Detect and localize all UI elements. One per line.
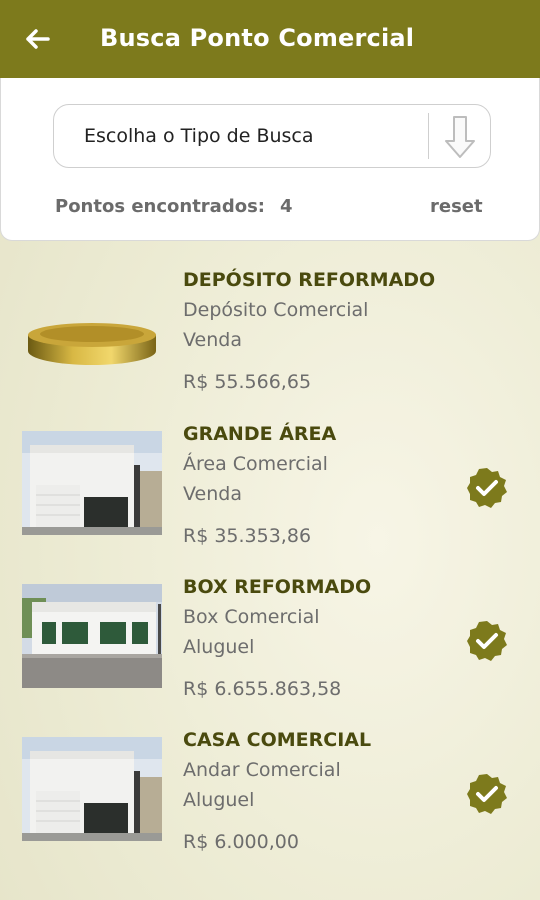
item-title: BOX REFORMADO [183,576,372,598]
item-deal: Aluguel [183,789,255,811]
item-type: Área Comercial [183,453,328,475]
check-badge-icon [466,620,508,662]
list-item[interactable]: BOX REFORMADO Box Comercial Aluguel R$ 6… [0,576,540,726]
page-title: Busca Ponto Comercial [100,24,415,52]
item-deal: Venda [183,483,242,505]
arrow-left-icon [26,29,50,49]
item-deal: Venda [183,329,242,351]
results-count-value: 4 [280,196,293,217]
list-item[interactable]: CASA COMERCIAL Andar Comercial Aluguel R… [0,729,540,879]
item-price: R$ 6.655.863,58 [183,678,342,700]
item-title: CASA COMERCIAL [183,729,372,751]
search-panel: Escolha o Tipo de Busca Pontos encontrad… [0,78,540,241]
reset-button[interactable]: reset [430,196,483,217]
check-badge-icon [466,467,508,509]
item-type: Box Comercial [183,606,320,628]
white-building-thumbnail [22,737,162,841]
storefront-thumbnail [22,584,162,688]
select-divider [428,113,429,159]
search-type-value: Escolha o Tipo de Busca [84,125,314,147]
back-button[interactable] [18,20,58,60]
item-price: R$ 35.353,86 [183,525,312,547]
item-deal: Aluguel [183,636,255,658]
item-type: Depósito Comercial [183,299,369,321]
white-building-thumbnail [22,431,162,535]
item-title: DEPÓSITO REFORMADO [183,269,436,291]
item-price: R$ 55.566,65 [183,371,312,393]
results-count-label: Pontos encontrados: [55,196,265,217]
gold-disc-thumbnail [28,323,156,365]
search-type-select[interactable]: Escolha o Tipo de Busca [53,104,491,168]
item-title: GRANDE ÁREA [183,423,337,445]
list-item[interactable]: DEPÓSITO REFORMADO Depósito Comercial Ve… [0,269,540,419]
item-type: Andar Comercial [183,759,341,781]
list-item[interactable]: GRANDE ÁREA Área Comercial Venda R$ 35.3… [0,423,540,573]
item-price: R$ 6.000,00 [183,831,299,853]
arrow-down-icon [445,116,475,158]
app-bar: Busca Ponto Comercial [0,0,540,78]
check-badge-icon [466,773,508,815]
